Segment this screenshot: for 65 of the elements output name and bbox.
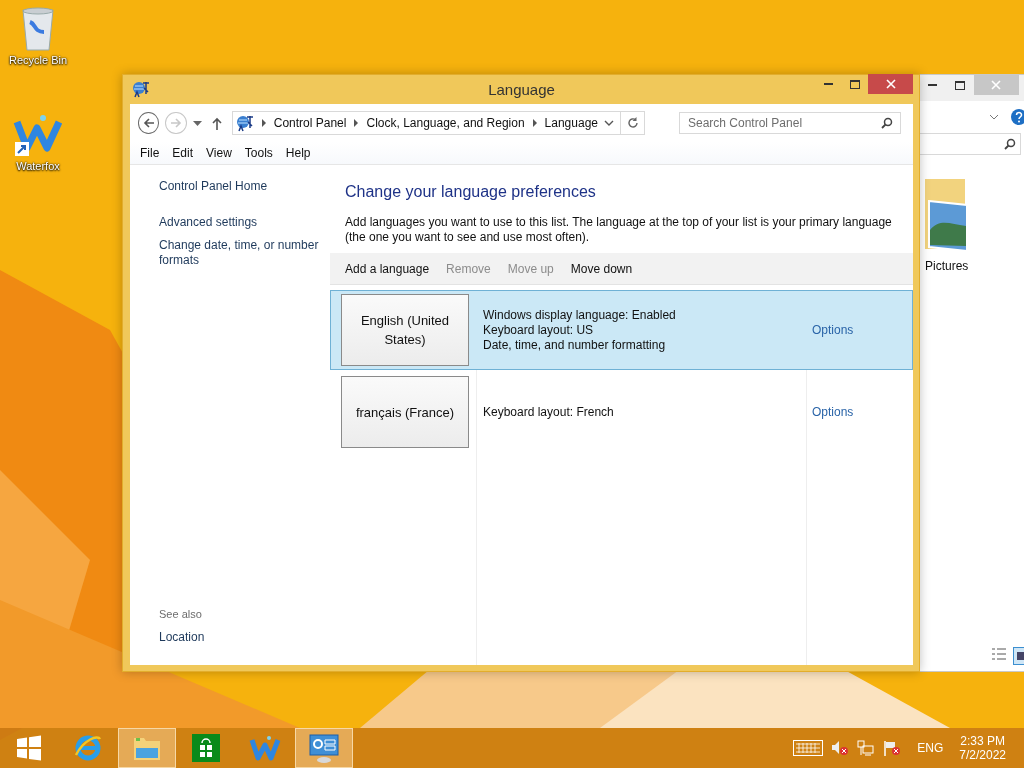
options-link[interactable]: Options (806, 323, 912, 337)
close-icon[interactable] (885, 79, 896, 89)
breadcrumb-arrow-icon (352, 119, 361, 127)
language-detail: Windows display language: Enabled (483, 307, 677, 323)
search-field[interactable]: Search Control Panel (679, 112, 901, 134)
breadcrumb-arrow-icon (530, 119, 539, 127)
muted-speaker-icon[interactable] (831, 740, 850, 756)
start-icon[interactable] (16, 735, 42, 761)
menu-item[interactable]: File (134, 146, 166, 160)
up-button[interactable] (211, 116, 222, 130)
sidebar-link[interactable]: Control Panel Home (159, 179, 330, 194)
taskbar-button[interactable] (295, 728, 353, 768)
back-button[interactable] (138, 112, 160, 134)
address-bar[interactable]: Control Panel Clock, Language, and Region Language (231, 111, 645, 135)
touch-keyboard-icon[interactable] (793, 740, 824, 756)
breadcrumb-item[interactable]: Language (544, 116, 598, 130)
language-detail: Date, time, and number formatting (483, 337, 667, 353)
language-globe-icon (132, 80, 150, 98)
maximize-icon[interactable] (850, 79, 860, 89)
maximize-icon[interactable] (955, 80, 966, 90)
language-tile[interactable]: français (France) (341, 376, 469, 448)
clock-time: 2:33 PM (960, 734, 1005, 748)
recycle-bin-icon (20, 6, 56, 52)
control-panel-icon[interactable] (308, 732, 340, 764)
menu-item[interactable]: Edit (166, 146, 200, 160)
waterfox-shortcut-icon (13, 112, 63, 158)
page-heading: Change your language preferences (345, 183, 597, 201)
back-arrow-icon[interactable] (142, 118, 155, 128)
language-detail: Keyboard layout: French (483, 404, 615, 420)
breadcrumb-item[interactable]: Clock, Language, and Region (366, 116, 525, 130)
language-tile[interactable]: English (United States) (341, 294, 469, 366)
language-row[interactable]: English (United States) Windows display language: Enabled Keyboard layout: US Date, time, and number formatting Options (330, 290, 913, 370)
action-center-flag-icon[interactable] (883, 740, 902, 756)
language-globe-icon (235, 114, 254, 132)
sidebar-link[interactable]: Advanced settings (159, 215, 330, 230)
minimize-icon[interactable] (928, 84, 938, 86)
chevron-icon[interactable] (989, 114, 999, 120)
window-title: Language (488, 81, 555, 98)
breadcrumb-item[interactable]: Control Panel (273, 116, 347, 130)
minimize-icon[interactable] (823, 83, 833, 85)
recent-pages-button[interactable] (192, 120, 202, 126)
menu-item[interactable]: View (200, 146, 238, 160)
refresh-icon[interactable] (627, 117, 639, 129)
help-icon[interactable] (1011, 109, 1024, 125)
sidebar-link[interactable]: Location (159, 630, 330, 645)
store-icon[interactable] (192, 734, 220, 762)
details-view-icon[interactable] (991, 647, 1007, 661)
search-icon[interactable] (1004, 138, 1016, 150)
options-link[interactable]: Options (806, 405, 912, 419)
description-text: Add languages you want to use to this list. The language at the top of your list is your primary language (the one you want to see and use most often). (345, 215, 893, 245)
toolbar-button[interactable]: Move down (562, 261, 641, 276)
language-detail: Keyboard layout: US (483, 322, 595, 338)
menu-item[interactable]: Tools (238, 146, 279, 160)
search-icon[interactable] (881, 117, 893, 129)
toolbar-button[interactable]: Add a language (337, 261, 438, 276)
clock-date: 7/2/2022 (959, 748, 1006, 762)
dropdown-icon[interactable] (604, 120, 614, 126)
see-also-heading: See also (159, 608, 203, 620)
sidebar-link[interactable]: Change date, time, or number formats (159, 238, 330, 268)
network-icon[interactable] (857, 740, 876, 756)
search-field[interactable] (919, 133, 1021, 155)
breadcrumb-arrow-icon (259, 119, 268, 127)
folder-label[interactable]: Pictures (925, 259, 1024, 273)
menu-item[interactable]: Help (279, 146, 317, 160)
language-row[interactable]: français (France) Keyboard layout: French Options (330, 372, 913, 452)
